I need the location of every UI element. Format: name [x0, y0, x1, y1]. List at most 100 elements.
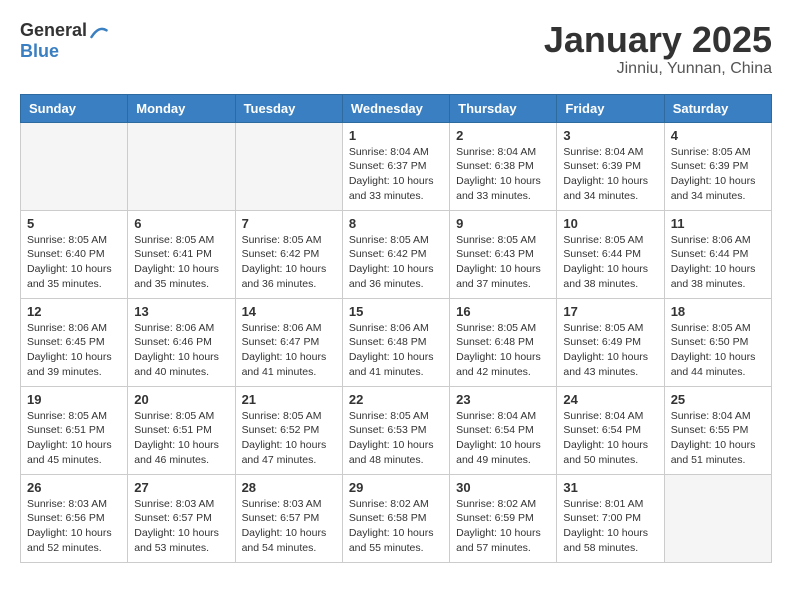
day-info: Sunrise: 8:06 AM Sunset: 6:45 PM Dayligh…: [27, 321, 121, 380]
weekday-header-row: SundayMondayTuesdayWednesdayThursdayFrid…: [21, 94, 772, 122]
calendar-cell: 14 Sunrise: 8:06 AM Sunset: 6:47 PM Dayli…: [235, 298, 342, 386]
day-number: 13: [134, 304, 228, 319]
calendar-cell: 24 Sunrise: 8:04 AM Sunset: 6:54 PM Dayli…: [557, 386, 664, 474]
day-number: 16: [456, 304, 550, 319]
calendar-cell: 7 Sunrise: 8:05 AM Sunset: 6:42 PM Daylig…: [235, 210, 342, 298]
calendar-cell: [664, 474, 771, 562]
calendar-cell: 25 Sunrise: 8:04 AM Sunset: 6:55 PM Dayli…: [664, 386, 771, 474]
day-number: 5: [27, 216, 121, 231]
day-info: Sunrise: 8:06 AM Sunset: 6:47 PM Dayligh…: [242, 321, 336, 380]
logo-icon: [89, 22, 109, 42]
calendar-cell: 15 Sunrise: 8:06 AM Sunset: 6:48 PM Dayli…: [342, 298, 449, 386]
calendar-cell: 11Sunrise: 8:06 AM Sunset: 6:44 PM Dayli…: [664, 210, 771, 298]
day-number: 23: [456, 392, 550, 407]
weekday-header-friday: Friday: [557, 94, 664, 122]
day-number: 28: [242, 480, 336, 495]
calendar-cell: 19 Sunrise: 8:05 AM Sunset: 6:51 PM Dayli…: [21, 386, 128, 474]
calendar-cell: 16 Sunrise: 8:05 AM Sunset: 6:48 PM Dayli…: [450, 298, 557, 386]
day-info: Sunrise: 8:03 AM Sunset: 6:57 PM Dayligh…: [242, 497, 336, 556]
day-info: Sunrise: 8:05 AM Sunset: 6:41 PM Dayligh…: [134, 233, 228, 292]
day-info: Sunrise: 8:05 AM Sunset: 6:49 PM Dayligh…: [563, 321, 657, 380]
calendar-cell: 28 Sunrise: 8:03 AM Sunset: 6:57 PM Dayli…: [235, 474, 342, 562]
day-info: Sunrise: 8:04 AM Sunset: 6:55 PM Dayligh…: [671, 409, 765, 468]
calendar-cell: 9 Sunrise: 8:05 AM Sunset: 6:43 PM Daylig…: [450, 210, 557, 298]
day-info: Sunrise: 8:05 AM Sunset: 6:53 PM Dayligh…: [349, 409, 443, 468]
day-info: Sunrise: 8:04 AM Sunset: 6:38 PM Dayligh…: [456, 145, 550, 204]
day-info: Sunrise: 8:05 AM Sunset: 6:40 PM Dayligh…: [27, 233, 121, 292]
day-number: 1: [349, 128, 443, 143]
day-info: Sunrise: 8:05 AM Sunset: 6:48 PM Dayligh…: [456, 321, 550, 380]
day-number: 19: [27, 392, 121, 407]
day-number: 30: [456, 480, 550, 495]
day-info: Sunrise: 8:05 AM Sunset: 6:51 PM Dayligh…: [134, 409, 228, 468]
calendar-cell: 18Sunrise: 8:05 AM Sunset: 6:50 PM Dayli…: [664, 298, 771, 386]
calendar-cell: [235, 122, 342, 210]
calendar-cell: 22Sunrise: 8:05 AM Sunset: 6:53 PM Dayli…: [342, 386, 449, 474]
calendar-cell: 23 Sunrise: 8:04 AM Sunset: 6:54 PM Dayli…: [450, 386, 557, 474]
header: General Blue January 2025 Jinniu, Yunnan…: [20, 20, 772, 78]
day-number: 20: [134, 392, 228, 407]
day-number: 31: [563, 480, 657, 495]
day-number: 15: [349, 304, 443, 319]
day-info: Sunrise: 8:05 AM Sunset: 6:39 PM Dayligh…: [671, 145, 765, 204]
day-number: 25: [671, 392, 765, 407]
calendar-cell: [128, 122, 235, 210]
weekday-header-wednesday: Wednesday: [342, 94, 449, 122]
calendar-cell: 13 Sunrise: 8:06 AM Sunset: 6:46 PM Dayli…: [128, 298, 235, 386]
weekday-header-sunday: Sunday: [21, 94, 128, 122]
day-info: Sunrise: 8:04 AM Sunset: 6:54 PM Dayligh…: [563, 409, 657, 468]
day-number: 21: [242, 392, 336, 407]
day-number: 24: [563, 392, 657, 407]
weekday-header-monday: Monday: [128, 94, 235, 122]
day-number: 6: [134, 216, 228, 231]
logo: General Blue: [20, 20, 109, 62]
day-info: Sunrise: 8:05 AM Sunset: 6:50 PM Dayligh…: [671, 321, 765, 380]
calendar-week-1: 1 Sunrise: 8:04 AM Sunset: 6:37 PM Daylig…: [21, 122, 772, 210]
weekday-header-thursday: Thursday: [450, 94, 557, 122]
calendar-cell: 20 Sunrise: 8:05 AM Sunset: 6:51 PM Dayli…: [128, 386, 235, 474]
day-info: Sunrise: 8:04 AM Sunset: 6:54 PM Dayligh…: [456, 409, 550, 468]
calendar-cell: 2 Sunrise: 8:04 AM Sunset: 6:38 PM Daylig…: [450, 122, 557, 210]
calendar-cell: 27Sunrise: 8:03 AM Sunset: 6:57 PM Dayli…: [128, 474, 235, 562]
day-info: Sunrise: 8:03 AM Sunset: 6:56 PM Dayligh…: [27, 497, 121, 556]
day-number: 9: [456, 216, 550, 231]
calendar-week-4: 19 Sunrise: 8:05 AM Sunset: 6:51 PM Dayli…: [21, 386, 772, 474]
calendar-cell: [21, 122, 128, 210]
day-info: Sunrise: 8:05 AM Sunset: 6:43 PM Dayligh…: [456, 233, 550, 292]
calendar-cell: 29Sunrise: 8:02 AM Sunset: 6:58 PM Dayli…: [342, 474, 449, 562]
day-info: Sunrise: 8:05 AM Sunset: 6:42 PM Dayligh…: [242, 233, 336, 292]
weekday-header-tuesday: Tuesday: [235, 94, 342, 122]
day-info: Sunrise: 8:03 AM Sunset: 6:57 PM Dayligh…: [134, 497, 228, 556]
day-info: Sunrise: 8:05 AM Sunset: 6:44 PM Dayligh…: [563, 233, 657, 292]
calendar-cell: 4Sunrise: 8:05 AM Sunset: 6:39 PM Daylig…: [664, 122, 771, 210]
day-number: 3: [563, 128, 657, 143]
day-number: 14: [242, 304, 336, 319]
logo-text: General Blue: [20, 20, 109, 62]
day-number: 17: [563, 304, 657, 319]
calendar-cell: 26 Sunrise: 8:03 AM Sunset: 6:56 PM Dayli…: [21, 474, 128, 562]
calendar-table: SundayMondayTuesdayWednesdayThursdayFrid…: [20, 94, 772, 563]
calendar-week-5: 26 Sunrise: 8:03 AM Sunset: 6:56 PM Dayli…: [21, 474, 772, 562]
weekday-header-saturday: Saturday: [664, 94, 771, 122]
day-info: Sunrise: 8:06 AM Sunset: 6:48 PM Dayligh…: [349, 321, 443, 380]
day-number: 7: [242, 216, 336, 231]
day-info: Sunrise: 8:01 AM Sunset: 7:00 PM Dayligh…: [563, 497, 657, 556]
logo-general: General: [20, 21, 87, 41]
title-block: January 2025 Jinniu, Yunnan, China: [544, 20, 772, 78]
day-info: Sunrise: 8:02 AM Sunset: 6:59 PM Dayligh…: [456, 497, 550, 556]
calendar-cell: 1 Sunrise: 8:04 AM Sunset: 6:37 PM Daylig…: [342, 122, 449, 210]
day-number: 26: [27, 480, 121, 495]
day-number: 8: [349, 216, 443, 231]
day-info: Sunrise: 8:05 AM Sunset: 6:51 PM Dayligh…: [27, 409, 121, 468]
month-title: January 2025: [544, 20, 772, 60]
day-info: Sunrise: 8:06 AM Sunset: 6:46 PM Dayligh…: [134, 321, 228, 380]
day-info: Sunrise: 8:05 AM Sunset: 6:52 PM Dayligh…: [242, 409, 336, 468]
calendar-cell: 21 Sunrise: 8:05 AM Sunset: 6:52 PM Dayli…: [235, 386, 342, 474]
day-number: 10: [563, 216, 657, 231]
day-info: Sunrise: 8:04 AM Sunset: 6:39 PM Dayligh…: [563, 145, 657, 204]
day-info: Sunrise: 8:04 AM Sunset: 6:37 PM Dayligh…: [349, 145, 443, 204]
page: General Blue January 2025 Jinniu, Yunnan…: [0, 0, 792, 583]
day-number: 2: [456, 128, 550, 143]
logo-blue: Blue: [20, 42, 109, 62]
day-info: Sunrise: 8:05 AM Sunset: 6:42 PM Dayligh…: [349, 233, 443, 292]
